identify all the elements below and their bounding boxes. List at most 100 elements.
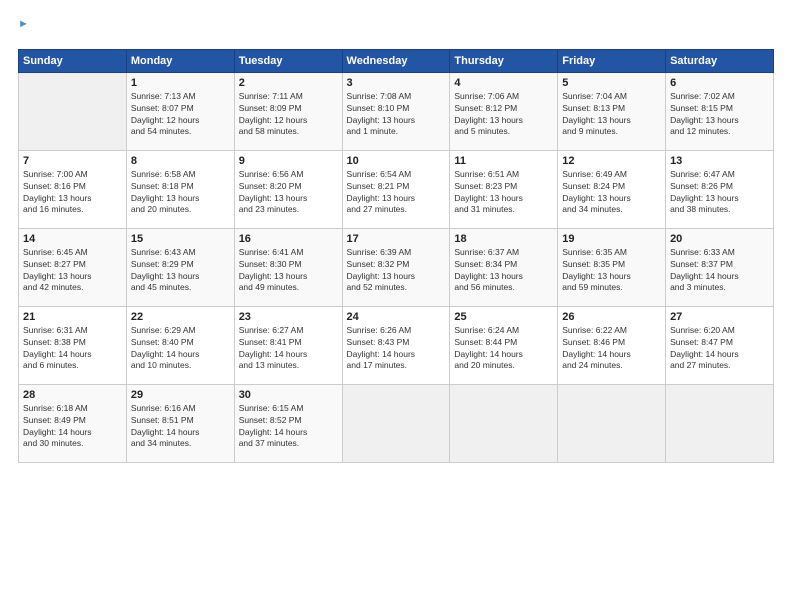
day-number: 7 <box>23 155 122 167</box>
day-info: Sunrise: 6:29 AMSunset: 8:40 PMDaylight:… <box>131 325 230 373</box>
day-cell: 15 Sunrise: 6:43 AMSunset: 8:29 PMDayligh… <box>126 228 234 306</box>
day-info: Sunrise: 6:24 AMSunset: 8:44 PMDaylight:… <box>454 325 553 373</box>
day-cell: 1Sunrise: 7:13 AMSunset: 8:07 PMDaylight… <box>126 72 234 150</box>
week-row-4: 21Sunrise: 6:31 AMSunset: 8:38 PMDayligh… <box>19 306 774 384</box>
day-cell: 17Sunrise: 6:39 AMSunset: 8:32 PMDayligh… <box>342 228 450 306</box>
day-info: Sunrise: 7:04 AMSunset: 8:13 PMDaylight:… <box>562 91 661 139</box>
header-cell-monday: Monday <box>126 49 234 72</box>
header-cell-tuesday: Tuesday <box>234 49 342 72</box>
day-info: Sunrise: 6:31 AMSunset: 8:38 PMDaylight:… <box>23 325 122 373</box>
logo-text: ► <box>18 18 29 39</box>
day-info: Sunrise: 6:39 AMSunset: 8:32 PMDaylight:… <box>347 247 446 295</box>
day-cell: 29 Sunrise: 6:16 AMSunset: 8:51 PMDayligh… <box>126 384 234 462</box>
day-info: Sunrise: 7:06 AMSunset: 8:12 PMDaylight:… <box>454 91 553 139</box>
day-cell: 14 Sunrise: 6:45 AMSunset: 8:27 PMDayligh… <box>19 228 127 306</box>
calendar-body: 1Sunrise: 7:13 AMSunset: 8:07 PMDaylight… <box>19 72 774 462</box>
day-cell: 13 Sunrise: 6:47 AMSunset: 8:26 PMDayligh… <box>666 150 774 228</box>
day-info: Sunrise: 6:15 AMSunset: 8:52 PMDaylight:… <box>239 403 338 451</box>
day-info: Sunrise: 6:43 AMSunset: 8:29 PMDaylight:… <box>131 247 230 295</box>
day-info: Sunrise: 6:56 AMSunset: 8:20 PMDaylight:… <box>239 169 338 217</box>
header-cell-saturday: Saturday <box>666 49 774 72</box>
day-info: Sunrise: 6:20 AMSunset: 8:47 PMDaylight:… <box>670 325 769 373</box>
day-number: 16 <box>239 233 338 245</box>
calendar-header: SundayMondayTuesdayWednesdayThursdayFrid… <box>19 49 774 72</box>
day-number: 11 <box>454 155 553 167</box>
day-info: Sunrise: 6:26 AMSunset: 8:43 PMDaylight:… <box>347 325 446 373</box>
day-number: 15 <box>131 233 230 245</box>
day-cell <box>558 384 666 462</box>
day-info: Sunrise: 6:16 AMSunset: 8:51 PMDaylight:… <box>131 403 230 451</box>
week-row-5: 28Sunrise: 6:18 AMSunset: 8:49 PMDayligh… <box>19 384 774 462</box>
day-info: Sunrise: 6:37 AMSunset: 8:34 PMDaylight:… <box>454 247 553 295</box>
header-cell-thursday: Thursday <box>450 49 558 72</box>
week-row-3: 14 Sunrise: 6:45 AMSunset: 8:27 PMDayligh… <box>19 228 774 306</box>
day-number: 20 <box>670 233 769 245</box>
logo-icon: ► <box>18 18 29 30</box>
day-number: 14 <box>23 233 122 245</box>
day-cell: 8Sunrise: 6:58 AMSunset: 8:18 PMDaylight… <box>126 150 234 228</box>
day-cell: 30Sunrise: 6:15 AMSunset: 8:52 PMDayligh… <box>234 384 342 462</box>
day-cell: 20Sunrise: 6:33 AMSunset: 8:37 PMDayligh… <box>666 228 774 306</box>
day-number: 18 <box>454 233 553 245</box>
day-info: Sunrise: 6:54 AMSunset: 8:21 PMDaylight:… <box>347 169 446 217</box>
day-cell: 6 Sunrise: 7:02 AMSunset: 8:15 PMDaylight… <box>666 72 774 150</box>
day-number: 9 <box>239 155 338 167</box>
day-number: 8 <box>131 155 230 167</box>
header-row: SundayMondayTuesdayWednesdayThursdayFrid… <box>19 49 774 72</box>
day-number: 23 <box>239 311 338 323</box>
day-cell: 2 Sunrise: 7:11 AMSunset: 8:09 PMDaylight… <box>234 72 342 150</box>
day-info: Sunrise: 6:51 AMSunset: 8:23 PMDaylight:… <box>454 169 553 217</box>
week-row-2: 7 Sunrise: 7:00 AMSunset: 8:16 PMDaylight… <box>19 150 774 228</box>
day-number: 5 <box>562 77 661 89</box>
day-number: 24 <box>347 311 446 323</box>
week-row-1: 1Sunrise: 7:13 AMSunset: 8:07 PMDaylight… <box>19 72 774 150</box>
day-cell <box>19 72 127 150</box>
day-number: 29 <box>131 389 230 401</box>
day-info: Sunrise: 6:41 AMSunset: 8:30 PMDaylight:… <box>239 247 338 295</box>
day-cell: 18 Sunrise: 6:37 AMSunset: 8:34 PMDayligh… <box>450 228 558 306</box>
day-number: 6 <box>670 77 769 89</box>
day-cell: 9 Sunrise: 6:56 AMSunset: 8:20 PMDaylight… <box>234 150 342 228</box>
day-cell: 21Sunrise: 6:31 AMSunset: 8:38 PMDayligh… <box>19 306 127 384</box>
day-number: 1 <box>131 77 230 89</box>
day-cell: 7 Sunrise: 7:00 AMSunset: 8:16 PMDaylight… <box>19 150 127 228</box>
day-cell: 16 Sunrise: 6:41 AMSunset: 8:30 PMDayligh… <box>234 228 342 306</box>
day-number: 13 <box>670 155 769 167</box>
day-cell: 27 Sunrise: 6:20 AMSunset: 8:47 PMDayligh… <box>666 306 774 384</box>
day-cell: 11 Sunrise: 6:51 AMSunset: 8:23 PMDayligh… <box>450 150 558 228</box>
day-cell: 23 Sunrise: 6:27 AMSunset: 8:41 PMDayligh… <box>234 306 342 384</box>
day-cell: 4 Sunrise: 7:06 AMSunset: 8:12 PMDaylight… <box>450 72 558 150</box>
day-info: Sunrise: 6:27 AMSunset: 8:41 PMDaylight:… <box>239 325 338 373</box>
day-number: 4 <box>454 77 553 89</box>
header-cell-wednesday: Wednesday <box>342 49 450 72</box>
day-info: Sunrise: 6:22 AMSunset: 8:46 PMDaylight:… <box>562 325 661 373</box>
day-cell: 22 Sunrise: 6:29 AMSunset: 8:40 PMDayligh… <box>126 306 234 384</box>
day-number: 22 <box>131 311 230 323</box>
day-info: Sunrise: 6:35 AMSunset: 8:35 PMDaylight:… <box>562 247 661 295</box>
day-info: Sunrise: 6:45 AMSunset: 8:27 PMDaylight:… <box>23 247 122 295</box>
header-cell-sunday: Sunday <box>19 49 127 72</box>
page: ► SundayMondayTuesdayWednesdayThursdayFr… <box>0 0 792 612</box>
day-info: Sunrise: 6:49 AMSunset: 8:24 PMDaylight:… <box>562 169 661 217</box>
day-cell: 24 Sunrise: 6:26 AMSunset: 8:43 PMDayligh… <box>342 306 450 384</box>
day-info: Sunrise: 6:47 AMSunset: 8:26 PMDaylight:… <box>670 169 769 217</box>
day-cell <box>450 384 558 462</box>
day-cell: 12 Sunrise: 6:49 AMSunset: 8:24 PMDayligh… <box>558 150 666 228</box>
day-cell: 25 Sunrise: 6:24 AMSunset: 8:44 PMDayligh… <box>450 306 558 384</box>
day-info: Sunrise: 7:11 AMSunset: 8:09 PMDaylight:… <box>239 91 338 139</box>
calendar-table: SundayMondayTuesdayWednesdayThursdayFrid… <box>18 49 774 463</box>
day-number: 27 <box>670 311 769 323</box>
day-cell: 3Sunrise: 7:08 AMSunset: 8:10 PMDaylight… <box>342 72 450 150</box>
day-number: 28 <box>23 389 122 401</box>
day-number: 25 <box>454 311 553 323</box>
day-cell <box>666 384 774 462</box>
day-number: 12 <box>562 155 661 167</box>
day-number: 2 <box>239 77 338 89</box>
day-cell: 5 Sunrise: 7:04 AMSunset: 8:13 PMDaylight… <box>558 72 666 150</box>
day-info: Sunrise: 7:00 AMSunset: 8:16 PMDaylight:… <box>23 169 122 217</box>
day-info: Sunrise: 7:02 AMSunset: 8:15 PMDaylight:… <box>670 91 769 139</box>
day-cell: 26Sunrise: 6:22 AMSunset: 8:46 PMDayligh… <box>558 306 666 384</box>
day-cell: 19Sunrise: 6:35 AMSunset: 8:35 PMDayligh… <box>558 228 666 306</box>
day-cell <box>342 384 450 462</box>
day-cell: 10Sunrise: 6:54 AMSunset: 8:21 PMDayligh… <box>342 150 450 228</box>
